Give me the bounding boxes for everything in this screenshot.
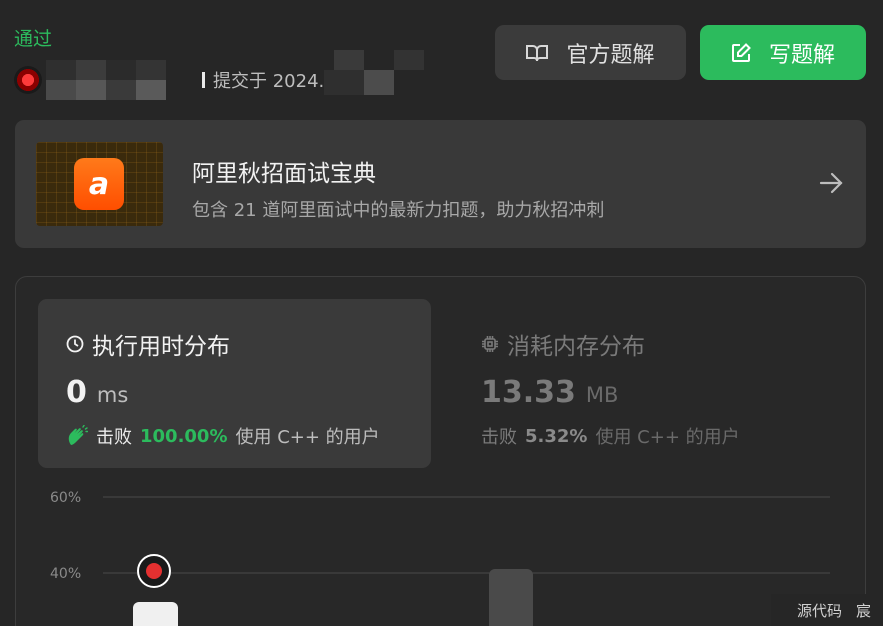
avatar[interactable] [14,66,42,94]
runtime-beats-rest: 使用 C++ 的用户 [235,427,380,448]
status-label: 通过 [14,28,53,50]
memory-tab[interactable]: 消耗内存分布 13.33 MB 击败 5.32% 使用 C++ 的用户 [459,299,852,468]
memory-beats-rest: 使用 C++ 的用户 [595,427,740,448]
redacted-username [46,60,196,100]
memory-value: 13.33 MB [481,375,618,410]
runtime-title-label: 执行用时分布 [92,334,230,360]
user-initial[interactable]: 宸 [856,600,871,621]
footer-bar: 源代码 宸 [770,594,883,626]
text-cursor [202,72,205,88]
promo-thumbnail: a [36,142,163,226]
write-solution-button[interactable]: 写题解 [700,25,866,80]
runtime-beats: 击败 100.00% 使用 C++ 的用户 [66,423,380,449]
runtime-value: 0 ms [66,375,128,410]
memory-beats-pct: 5.32% [525,425,588,447]
book-open-icon [526,44,549,61]
runtime-beats-label: 击败 [96,427,132,448]
submit-time: 提交于 2024. [213,71,325,92]
memory-beats: 击败 5.32% 使用 C++ 的用户 [481,423,740,449]
arrow-right-icon [819,172,843,194]
promo-banner[interactable]: a 阿里秋招面试宝典 包含 21 道阿里面试中的最新力扣题，助力秋招冲刺 [15,120,866,248]
official-solution-button[interactable]: 官方题解 [495,25,686,80]
source-code-link[interactable]: 源代码 [797,600,842,621]
promo-subtitle: 包含 21 道阿里面试中的最新力扣题，助力秋招冲刺 [192,200,605,221]
runtime-tab[interactable]: 执行用时分布 0 ms 击败 100.00% 使用 C++ 的用户 [38,299,431,468]
official-solution-label: 官方题解 [566,42,655,68]
edit-icon [731,42,751,62]
runtime-number: 0 [66,375,87,410]
stats-card: 执行用时分布 0 ms 击败 100.00% 使用 C++ 的用户 消耗内存分布 [15,276,866,626]
submitter-row: 提交于 2024. [14,50,425,100]
promo-title: 阿里秋招面试宝典 [192,161,376,187]
chip-icon [482,336,498,352]
memory-title: 消耗内存分布 [481,327,645,361]
memory-title-label: 消耗内存分布 [507,334,645,360]
redacted-time [324,50,425,105]
clap-icon [68,425,88,445]
alibaba-logo: a [74,158,124,210]
runtime-unit: ms [96,383,129,407]
runtime-title: 执行用时分布 [66,327,230,361]
clock-icon [66,335,84,353]
write-solution-label: 写题解 [768,42,835,68]
memory-number: 13.33 [481,375,576,410]
memory-unit: MB [585,383,619,407]
memory-beats-label: 击败 [481,427,517,448]
runtime-beats-pct: 100.00% [140,425,228,447]
